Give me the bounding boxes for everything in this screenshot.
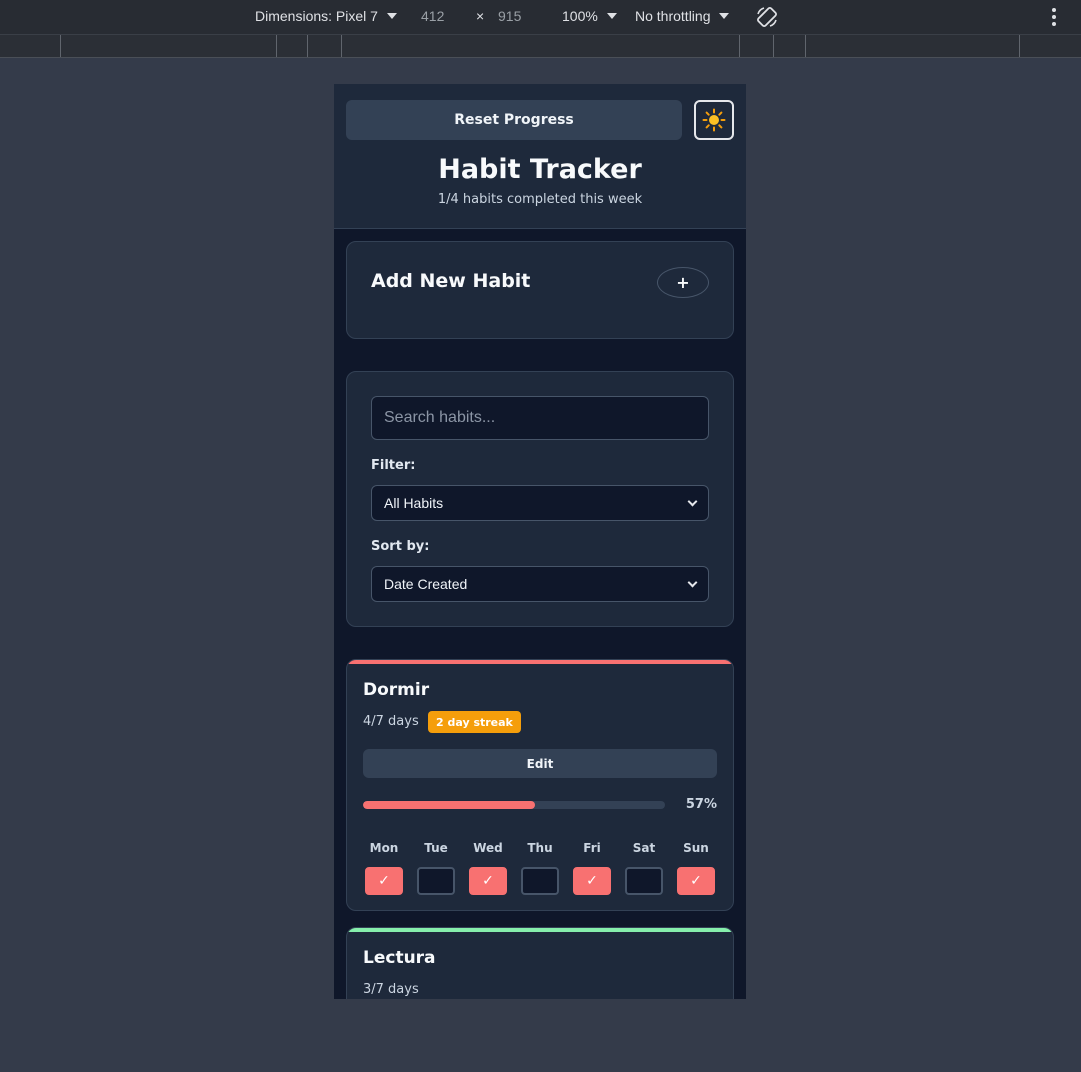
day-sun: Sun ✓ (675, 841, 717, 895)
day-checkbox[interactable]: ✓ (573, 867, 611, 895)
add-habit-title: Add New Habit (371, 270, 531, 292)
day-checkbox[interactable] (521, 867, 559, 895)
chevron-down-icon (386, 13, 397, 19)
sort-select[interactable]: Date Created (371, 566, 709, 602)
add-habit-button[interactable]: + (657, 267, 709, 298)
day-checkbox[interactable]: ✓ (469, 867, 507, 895)
chevron-down-icon (719, 13, 730, 19)
sort-label: Sort by: (371, 539, 430, 554)
day-checkbox[interactable] (417, 867, 455, 895)
progress-percent: 57% (685, 797, 717, 812)
theme-toggle-button[interactable] (694, 100, 734, 140)
habit-color-bar (347, 660, 733, 664)
device-dropdown[interactable]: Dimensions: Pixel 7 (255, 8, 397, 24)
chevron-down-icon (687, 577, 698, 587)
device-viewport: Reset Progress Habit Tracker 1/4 habits … (334, 84, 746, 999)
filter-select[interactable]: All Habits (371, 485, 709, 521)
day-wed: Wed ✓ (467, 841, 509, 895)
day-label: Sat (632, 841, 656, 855)
day-label: Thu (527, 841, 553, 855)
rotate-icon[interactable] (755, 5, 779, 29)
day-label: Fri (583, 841, 601, 855)
progress-fill (363, 801, 536, 809)
throttling-dropdown[interactable]: No throttling (635, 8, 730, 24)
progress-bar (363, 801, 665, 809)
device-label: Dimensions: Pixel 7 (255, 8, 378, 24)
chevron-down-icon (606, 13, 617, 19)
more-options-icon[interactable] (1050, 8, 1058, 26)
filter-selected: All Habits (384, 495, 444, 511)
sun-icon (702, 108, 726, 132)
day-label: Tue (424, 841, 448, 855)
page-title: Habit Tracker (438, 154, 642, 185)
filter-card: Filter: All Habits Sort by: Date Created (346, 371, 734, 627)
sort-selected: Date Created (384, 576, 468, 592)
chevron-down-icon (687, 496, 698, 506)
habit-color-bar (347, 928, 733, 932)
completion-summary: 1/4 habits completed this week (437, 192, 643, 207)
times-sign: × (476, 8, 485, 24)
habit-name: Lectura (363, 948, 436, 968)
day-label: Wed (473, 841, 503, 855)
devtools-toolbar: Dimensions: Pixel 7 412 × 915 100% No th… (0, 0, 1081, 34)
reset-progress-button[interactable]: Reset Progress (346, 100, 682, 140)
throttling-label: No throttling (635, 8, 711, 24)
width-input[interactable]: 412 (421, 8, 444, 24)
day-checkbox[interactable]: ✓ (365, 867, 403, 895)
habit-card: Dormir 4/7 days 2 day streak Edit 57% Mo… (346, 659, 734, 911)
day-label: Sun (683, 841, 709, 855)
day-fri: Fri ✓ (571, 841, 613, 895)
day-mon: Mon ✓ (363, 841, 405, 895)
habit-days-count: 4/7 days (363, 714, 419, 729)
filter-label: Filter: (371, 458, 416, 473)
day-tue: Tue (415, 841, 457, 895)
habit-name: Dormir (363, 680, 430, 700)
streak-badge: 2 day streak (428, 711, 521, 733)
day-label: Mon (369, 841, 399, 855)
habit-card: Lectura 3/7 days (346, 927, 734, 999)
zoom-dropdown[interactable]: 100% (562, 8, 617, 24)
add-habit-card: Add New Habit + (346, 241, 734, 339)
day-grid: Mon ✓ Tue Wed ✓ Thu Fri ✓ Sat Sun ✓ (363, 841, 717, 895)
day-sat: Sat (623, 841, 665, 895)
search-input[interactable] (371, 396, 709, 440)
day-checkbox[interactable] (625, 867, 663, 895)
zoom-label: 100% (562, 8, 598, 24)
app-header: Reset Progress Habit Tracker 1/4 habits … (334, 84, 746, 229)
habit-days-count: 3/7 days (363, 982, 419, 997)
height-input[interactable]: 915 (498, 8, 521, 24)
ruler (0, 34, 1081, 58)
day-checkbox[interactable]: ✓ (677, 867, 715, 895)
day-thu: Thu (519, 841, 561, 895)
edit-habit-button[interactable]: Edit (363, 749, 717, 778)
